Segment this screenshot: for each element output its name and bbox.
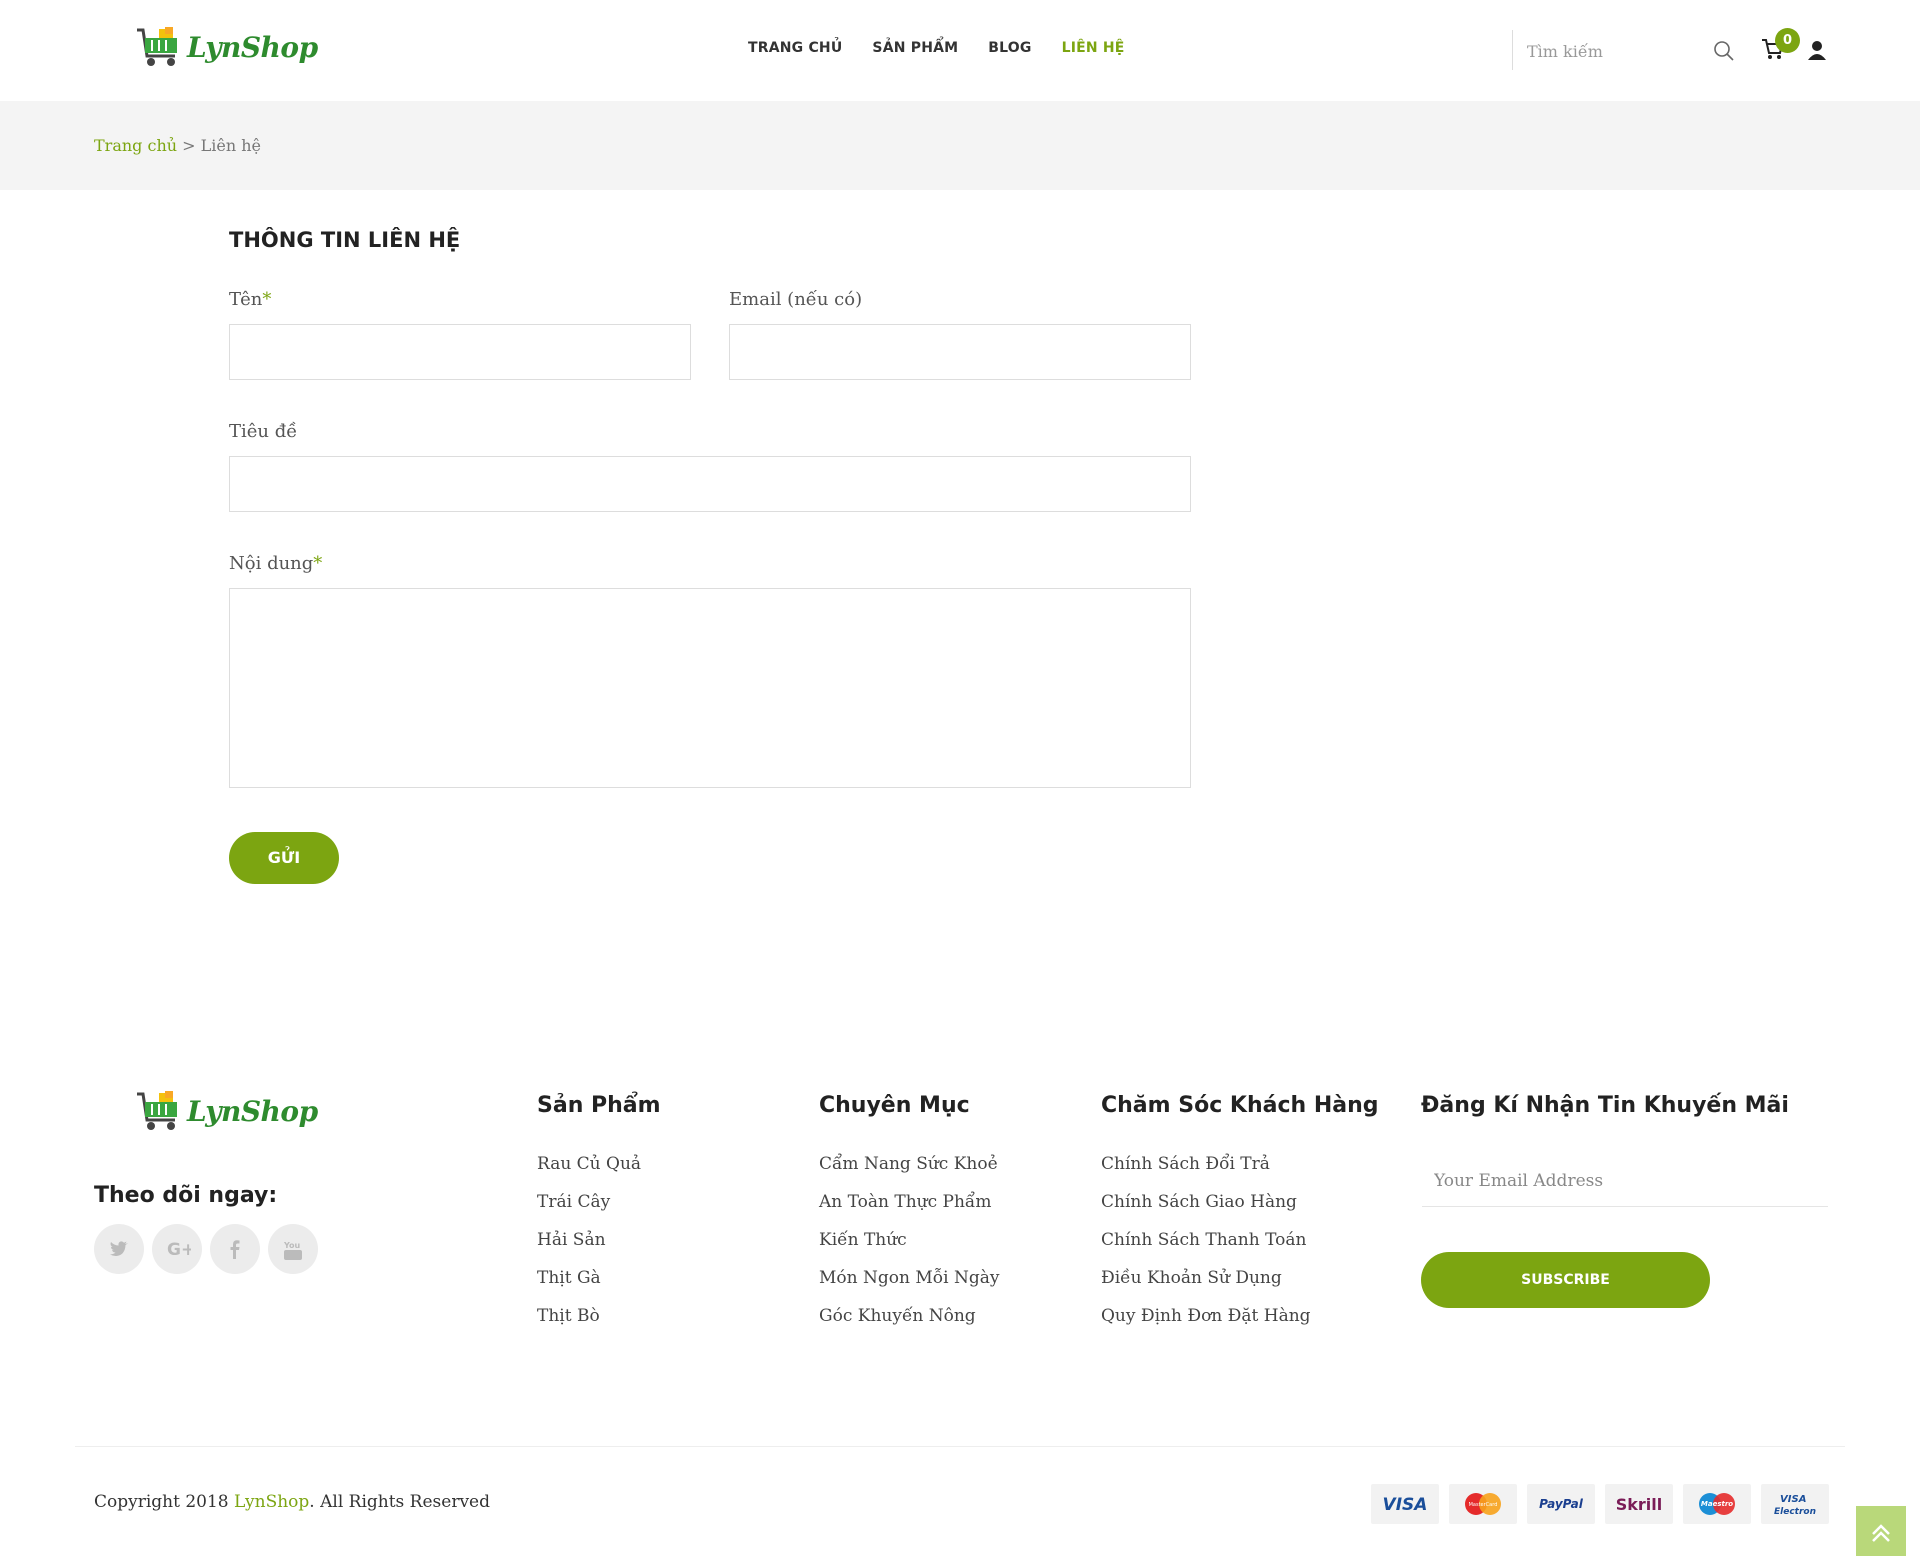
back-to-top-button[interactable] bbox=[1856, 1506, 1906, 1556]
svg-text:VISA Electron: VISA Electron bbox=[1774, 1494, 1816, 1517]
footer-link[interactable]: Kiến Thức bbox=[819, 1228, 999, 1266]
facebook-icon[interactable] bbox=[210, 1224, 260, 1274]
cart-logo-icon bbox=[135, 26, 185, 68]
breadcrumb-separator: > bbox=[177, 136, 201, 155]
cart-count-badge: 0 bbox=[1775, 28, 1800, 53]
google-plus-icon[interactable]: G+ bbox=[152, 1224, 202, 1274]
footer-categories-list: Cẩm Nang Sức Khoẻ An Toàn Thực Phẩm Kiến… bbox=[819, 1152, 999, 1342]
payment-label: Maestro bbox=[1701, 1500, 1733, 1508]
content-label-text: Nội dung bbox=[229, 553, 314, 574]
footer-link[interactable]: Cẩm Nang Sức Khoẻ bbox=[819, 1152, 999, 1190]
footer-categories-title: Chuyên Mục bbox=[819, 1093, 970, 1118]
user-icon[interactable] bbox=[1807, 40, 1827, 64]
breadcrumb-home[interactable]: Trang chủ bbox=[94, 136, 177, 155]
footer-products-list: Rau Củ Quả Trái Cây Hải Sản Thịt Gà Thịt… bbox=[537, 1152, 641, 1342]
footer-link[interactable]: Thịt Bò bbox=[537, 1304, 641, 1342]
payment-label: PayPal bbox=[1539, 1497, 1584, 1511]
subject-field[interactable] bbox=[229, 456, 1191, 512]
footer-link[interactable]: An Toàn Thực Phẩm bbox=[819, 1190, 999, 1228]
logo-text: LynShop bbox=[187, 30, 318, 64]
follow-label: Theo dõi ngay: bbox=[94, 1183, 278, 1208]
content-textarea[interactable] bbox=[229, 588, 1191, 788]
nav-contact[interactable]: LIÊN HỆ bbox=[1062, 40, 1125, 56]
double-chevron-up-icon bbox=[1872, 1524, 1890, 1542]
search-input[interactable] bbox=[1525, 38, 1709, 64]
nav-home[interactable]: TRANG CHỦ bbox=[748, 40, 842, 56]
payment-label-bottom: Electron bbox=[1774, 1507, 1816, 1517]
footer-link[interactable]: Rau Củ Quả bbox=[537, 1152, 641, 1190]
footer-divider bbox=[75, 1446, 1845, 1447]
maestro-icon: Maestro bbox=[1683, 1484, 1751, 1524]
contact-form-title: THÔNG TIN LIÊN HỆ bbox=[229, 228, 461, 252]
footer-support-title: Chăm Sóc Khách Hàng bbox=[1101, 1093, 1379, 1118]
visa-icon: VISA bbox=[1371, 1484, 1439, 1524]
skrill-icon: Skrill bbox=[1605, 1484, 1673, 1524]
nav-blog[interactable]: BLOG bbox=[988, 40, 1031, 56]
content-label: Nội dung* bbox=[229, 553, 322, 574]
twitter-icon[interactable] bbox=[94, 1224, 144, 1274]
newsletter-email-input[interactable] bbox=[1422, 1155, 1828, 1207]
subscribe-button[interactable]: SUBSCRIBE bbox=[1421, 1252, 1710, 1308]
payment-label: MasterCard bbox=[1469, 1502, 1498, 1508]
required-mark: * bbox=[313, 553, 323, 574]
cart-logo-icon bbox=[135, 1090, 185, 1132]
copyright: Copyright 2018 LynShop. All Rights Reser… bbox=[94, 1492, 490, 1512]
visa-electron-icon: VISA Electron bbox=[1761, 1484, 1829, 1524]
breadcrumb: Trang chủ > Liên hệ bbox=[94, 136, 261, 155]
breadcrumb-bar: Trang chủ > Liên hệ bbox=[0, 101, 1920, 190]
submit-button[interactable]: GỬI bbox=[229, 832, 339, 884]
email-field[interactable] bbox=[729, 324, 1191, 380]
logo[interactable]: LynShop bbox=[135, 26, 318, 68]
search-icon[interactable] bbox=[1713, 40, 1735, 66]
footer-link[interactable]: Góc Khuyến Nông bbox=[819, 1304, 999, 1342]
footer-products-title: Sản Phẩm bbox=[537, 1093, 661, 1118]
footer-logo[interactable]: LynShop bbox=[135, 1090, 318, 1132]
svg-text:You: You bbox=[283, 1241, 301, 1250]
footer-link[interactable]: Hải Sản bbox=[537, 1228, 641, 1266]
footer-link[interactable]: Trái Cây bbox=[537, 1190, 641, 1228]
payment-label-top: VISA bbox=[1780, 1494, 1806, 1505]
email-label: Email (nếu có) bbox=[729, 289, 863, 310]
footer-logo-text: LynShop bbox=[187, 1094, 318, 1128]
footer-link[interactable]: Thịt Gà bbox=[537, 1266, 641, 1304]
nav-products[interactable]: SẢN PHẨM bbox=[872, 40, 958, 56]
paypal-icon: PayPal bbox=[1527, 1484, 1595, 1524]
copyright-prefix: Copyright 2018 bbox=[94, 1492, 235, 1512]
footer-link[interactable]: Điều Khoản Sử Dụng bbox=[1101, 1266, 1311, 1304]
youtube-icon[interactable]: You bbox=[268, 1224, 318, 1274]
copyright-brand[interactable]: LynShop bbox=[234, 1492, 309, 1512]
footer-link[interactable]: Chính Sách Giao Hàng bbox=[1101, 1190, 1311, 1228]
mastercard-icon: MasterCard bbox=[1449, 1484, 1517, 1524]
footer-link[interactable]: Quy Định Đơn Đặt Hàng bbox=[1101, 1304, 1311, 1342]
footer-link[interactable]: Chính Sách Đổi Trả bbox=[1101, 1152, 1311, 1190]
name-label: Tên* bbox=[229, 289, 271, 310]
footer-support-list: Chính Sách Đổi Trả Chính Sách Giao Hàng … bbox=[1101, 1152, 1311, 1342]
search-box bbox=[1512, 30, 1743, 70]
footer-link[interactable]: Chính Sách Thanh Toán bbox=[1101, 1228, 1311, 1266]
name-field[interactable] bbox=[229, 324, 691, 380]
copyright-suffix: . All Rights Reserved bbox=[309, 1492, 491, 1512]
newsletter-title: Đăng Kí Nhận Tin Khuyến Mãi bbox=[1421, 1093, 1789, 1118]
subject-label: Tiêu đề bbox=[229, 421, 298, 442]
payment-label: Skrill bbox=[1616, 1495, 1663, 1514]
breadcrumb-current: Liên hệ bbox=[200, 136, 262, 155]
main-nav: TRANG CHỦ SẢN PHẨM BLOG LIÊN HỆ bbox=[748, 40, 1155, 56]
name-label-text: Tên bbox=[229, 289, 263, 310]
required-mark: * bbox=[262, 289, 272, 310]
payment-label: VISA bbox=[1383, 1495, 1428, 1515]
site-header: LynShop TRANG CHỦ SẢN PHẨM BLOG LIÊN HỆ … bbox=[0, 0, 1920, 101]
svg-text:G+: G+ bbox=[167, 1240, 191, 1259]
footer-link[interactable]: Món Ngon Mỗi Ngày bbox=[819, 1266, 999, 1304]
